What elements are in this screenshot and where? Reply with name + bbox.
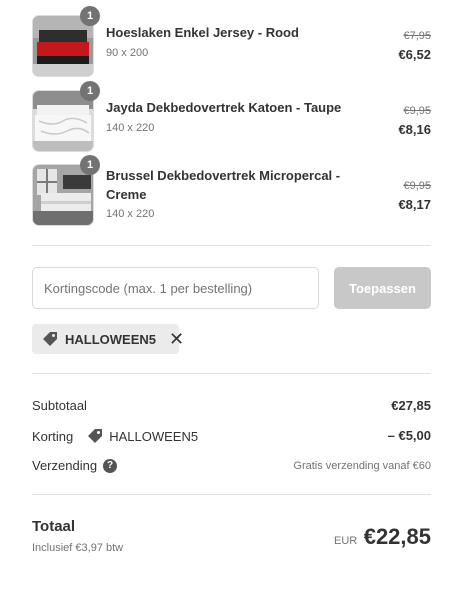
product-thumbnail: 1 [32,155,100,226]
subtotal-label: Subtotaal [32,398,87,413]
tax-note: Inclusief €3,97 btw [32,542,124,554]
quantity-badge: 1 [80,155,100,175]
applied-discount-chip: HALLOWEEN5 ✕ [32,324,184,354]
product-name: Jayda Dekbedovertrek Katoen - Taupe [106,100,342,115]
original-price: €9,95 [403,180,431,192]
product-thumbnail: 1 [32,81,100,152]
divider [32,494,431,495]
shipping-note: Gratis verzending vanaf €60 [293,460,431,472]
total-label: Totaal [32,518,76,535]
discount-code-input[interactable] [32,267,319,309]
discount-value: – €5,00 [387,428,431,443]
discounted-price: €8,16 [398,122,431,137]
discount-code: HALLOWEEN5 [109,428,199,444]
total-value: €22,85 [363,524,431,549]
cart-item: 1 Jayda Dekbedovertrek Katoen - Taupe 14… [32,81,431,154]
quantity-badge: 1 [80,81,100,101]
divider [32,245,431,246]
original-price: €9,95 [403,105,431,117]
shipping-label: Verzending [32,458,98,473]
quantity-badge: 1 [80,6,100,26]
product-variant: 90 x 200 [106,47,149,59]
shipping-label-group: Verzending ? [32,458,118,473]
product-name: Brussel Dekbedovertrek Micropercal - Cre… [106,168,341,202]
discount-code-label: HALLOWEEN5 [65,331,156,347]
discount-label: Korting [32,428,74,444]
apply-discount-button[interactable]: Toepassen [334,267,431,309]
product-variant: 140 x 220 [106,208,155,220]
cart-item: 1 Brussel Dekbedovertrek Micropercal - C… [32,155,431,228]
currency-code: EUR [334,535,358,547]
discounted-price: €8,17 [398,197,431,212]
original-price: €7,95 [403,30,431,42]
divider [32,373,431,374]
product-thumbnail: 1 [32,6,100,77]
subtotal-row: Subtotaal €27,85 [32,398,431,418]
discount-row: Korting HALLOWEEN5 – €5,00 [32,428,431,448]
tag-icon [87,428,103,444]
help-icon[interactable]: ? [103,458,118,473]
cart-item: 1 Hoeslaken Enkel Jersey - Rood 90 x 200… [32,6,431,79]
discount-label-group: Korting HALLOWEEN5 [32,428,198,444]
product-name: Hoeslaken Enkel Jersey - Rood [106,25,299,40]
remove-discount-icon[interactable]: ✕ [169,330,184,348]
tag-icon [42,331,58,347]
product-variant: 140 x 220 [106,122,155,134]
subtotal-value: €27,85 [391,398,431,413]
discounted-price: €6,52 [398,47,431,62]
shipping-row: Verzending ? Gratis verzending vanaf €60 [32,458,431,478]
